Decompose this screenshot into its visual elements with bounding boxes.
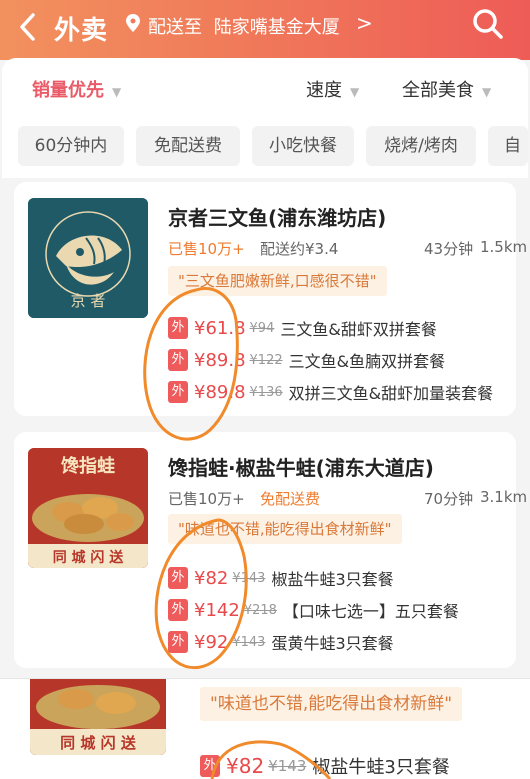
- sort-by-speed[interactable]: 速度 ▼: [306, 76, 359, 102]
- takeaway-tag: 外: [168, 567, 188, 589]
- sold-count: 已售10万+: [168, 240, 245, 258]
- deal-name: 三文鱼&甜虾双拼套餐: [280, 320, 437, 339]
- top-header: 外卖 配送至 陆家嘴基金大厦 >: [0, 0, 530, 60]
- sold-count: 已售10万+: [168, 490, 245, 508]
- takeaway-tag: 外: [168, 381, 188, 403]
- takeaway-page: 外卖 配送至 陆家嘴基金大厦 > 销量优先 ▼ 速度 ▼ 全部美食 ▼ 60分钟内 免…: [0, 0, 530, 779]
- store-logo: 同 城 闪 送: [30, 679, 166, 755]
- distance: 1.5km: [480, 238, 528, 256]
- delivery-fee: 配送约¥3.4: [260, 240, 339, 258]
- takeaway-tag: 外: [168, 317, 188, 339]
- original-price: ¥218: [243, 602, 277, 618]
- deal-row[interactable]: 外 ¥92 ¥143 蛋黄牛蛙3只套餐: [168, 630, 394, 654]
- logo-bottom-text: 同 城 闪 送: [52, 550, 124, 566]
- deal-name: 三文鱼&鱼腩双拼套餐: [288, 352, 446, 371]
- back-button[interactable]: [18, 12, 38, 48]
- distance: 3.1km: [480, 488, 528, 506]
- original-price: ¥136: [249, 384, 283, 400]
- deal-row[interactable]: 外 ¥82 ¥143 椒盐牛蛙3只套餐: [200, 753, 450, 778]
- filter-chip[interactable]: 小吃快餐: [252, 126, 354, 166]
- deal-name: 椒盐牛蛙3只套餐: [312, 757, 450, 778]
- deal-price: ¥89.8: [194, 349, 246, 371]
- deal-price: ¥89.8: [194, 381, 246, 403]
- delivery-time: 43分钟: [424, 240, 474, 258]
- filter-chip[interactable]: 自助: [488, 126, 528, 166]
- logo-text: 馋指蛙: [61, 456, 115, 477]
- store-logo: 馋指蛙 同 城 闪 送: [28, 448, 148, 568]
- deal-price: ¥142: [194, 599, 240, 621]
- deal-price: ¥82: [226, 754, 265, 778]
- logo-text: 京 者: [70, 292, 106, 310]
- search-icon[interactable]: [472, 8, 504, 40]
- sort-label: 全部美食: [402, 80, 474, 101]
- deal-row[interactable]: 外 ¥82 ¥143 椒盐牛蛙3只套餐: [168, 566, 394, 590]
- address-arrow-icon[interactable]: >: [356, 11, 373, 35]
- address-text: 陆家嘴基金大厦: [213, 17, 340, 38]
- deal-row[interactable]: 外 ¥89.8 ¥136 双拼三文鱼&甜虾加量装套餐: [168, 380, 493, 404]
- store-name: 馋指蛙·椒盐牛蛙(浦东大道店): [168, 456, 434, 480]
- store-name: 京者三文鱼(浦东潍坊店): [168, 206, 387, 230]
- deal-name: 椒盐牛蛙3只套餐: [271, 570, 394, 589]
- filter-chip[interactable]: 免配送费: [136, 126, 240, 166]
- caret-down-icon: ▼: [482, 85, 492, 99]
- deal-name: 蛋黄牛蛙3只套餐: [271, 634, 394, 653]
- repeat-fragment: 同 城 闪 送 "味道也不错,能吃得出食材新鲜" 外 ¥82 ¥143 椒盐牛蛙3只套…: [0, 678, 530, 779]
- page-title: 外卖: [54, 16, 109, 46]
- deal-name: 【口味七选一】五只套餐: [282, 602, 459, 621]
- caret-down-icon: ▼: [350, 85, 360, 99]
- deal-name: 双拼三文鱼&甜虾加量装套餐: [288, 384, 494, 403]
- filter-chip[interactable]: 60分钟内: [18, 126, 124, 166]
- sort-filter-panel: 销量优先 ▼ 速度 ▼ 全部美食 ▼ 60分钟内 免配送费 小吃快餐 烧烤/烤肉 自助: [2, 58, 528, 178]
- chevron-left-icon: [20, 13, 35, 41]
- delivery-time: 70分钟: [424, 490, 474, 508]
- delivery-address[interactable]: 配送至 陆家嘴基金大厦: [148, 13, 340, 39]
- address-prefix: 配送至: [148, 17, 202, 38]
- delivery-fee: 免配送费: [260, 490, 321, 508]
- original-price: ¥122: [249, 352, 283, 368]
- takeaway-tag: 外: [168, 631, 188, 653]
- review-snippet: "味道也不错,能吃得出食材新鲜": [200, 687, 463, 721]
- filter-chip[interactable]: 烧烤/烤肉: [366, 126, 476, 166]
- review-snippet: "三文鱼肥嫩新鲜,口感很不错": [168, 266, 387, 296]
- takeaway-tag: 外: [200, 755, 220, 777]
- logo-bottom-text: 同 城 闪 送: [60, 734, 136, 752]
- deal-row[interactable]: 外 ¥89.8 ¥122 三文鱼&鱼腩双拼套餐: [168, 348, 445, 372]
- deal-price: ¥82: [194, 567, 229, 589]
- takeaway-tag: 外: [168, 349, 188, 371]
- deal-row[interactable]: 外 ¥142 ¥218 【口味七选一】五只套餐: [168, 598, 459, 622]
- caret-down-icon: ▼: [112, 85, 122, 99]
- store-card[interactable]: 京 者 京者三文鱼(浦东潍坊店) 已售10万+ 配送约¥3.4 43分钟 1.5…: [14, 182, 527, 416]
- original-price: ¥143: [268, 757, 307, 775]
- sort-label: 速度: [306, 80, 342, 101]
- sort-by-sales[interactable]: 销量优先 ▼: [32, 76, 121, 102]
- original-price: ¥143: [232, 634, 266, 650]
- deal-price: ¥92: [194, 631, 229, 653]
- store-logo: 京 者: [28, 198, 148, 318]
- store-card[interactable]: 馋指蛙 同 城 闪 送 馋指蛙·椒盐牛蛙(浦东大道店) 已售10万+ 免配送费 …: [14, 432, 527, 668]
- location-pin-icon: [126, 14, 140, 32]
- deal-row[interactable]: 外 ¥61.8 ¥94 三文鱼&甜虾双拼套餐: [168, 316, 437, 340]
- sort-label: 销量优先: [32, 80, 104, 101]
- deal-price: ¥61.8: [194, 317, 246, 339]
- filter-all-food[interactable]: 全部美食 ▼: [402, 76, 491, 102]
- original-price: ¥143: [232, 570, 266, 586]
- takeaway-tag: 外: [168, 599, 188, 621]
- original-price: ¥94: [249, 320, 275, 336]
- review-snippet: "味道也不错,能吃得出食材新鲜": [168, 514, 402, 544]
